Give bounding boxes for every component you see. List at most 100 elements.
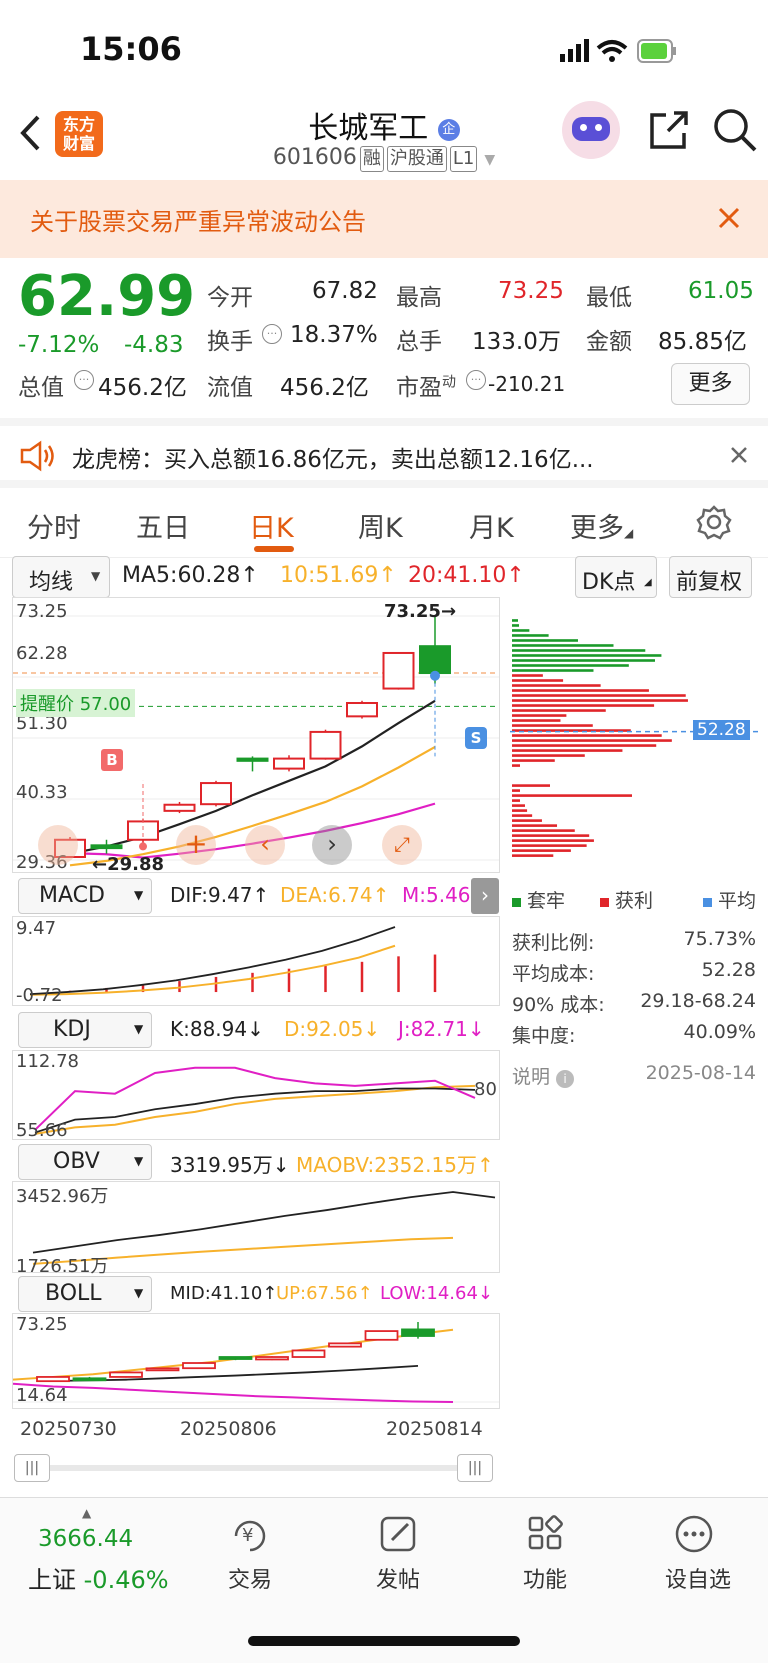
edit-post-icon[interactable] [378,1514,422,1554]
mcap-value: 456.2亿 [98,375,187,401]
grid-icon[interactable] [526,1514,570,1554]
y-label: 40.33 [16,782,68,803]
info-icon[interactable]: ··· [74,370,94,390]
chevron-right-icon[interactable]: › [312,825,352,865]
chip-bar [512,649,646,652]
ma-selector[interactable]: 均线 ▼ [12,556,110,598]
chip-bar [512,824,558,827]
index-value[interactable]: 3666.44 [38,1526,133,1552]
chip-bar [512,619,518,622]
boll-up: UP:67.56↑ [276,1283,373,1304]
range-track[interactable] [30,1465,470,1471]
crosshair-icon[interactable]: + [176,825,216,865]
chip-bar [512,669,594,672]
dragon-tiger-banner[interactable]: 龙虎榜：买入总额16.86亿元，卖出总额12.16亿... [0,418,768,488]
chip-bar [512,629,530,632]
range-left-handle[interactable]: ||| [14,1454,50,1482]
chevron-right-icon[interactable]: › [471,878,499,914]
info-icon[interactable]: ··· [466,370,486,390]
kdj-80-mark: 80 [474,1079,497,1100]
svg-text:¥: ¥ [242,1525,253,1546]
open-value: 67.82 [312,278,378,304]
y-label: 73.25 [16,1314,68,1335]
tab-five-day[interactable]: 五日 [136,506,190,545]
nav-post[interactable]: 发帖 [358,1562,438,1594]
status-bar: 15:06 [0,0,768,95]
macd-dif: DIF:9.47↑ [170,883,270,907]
tab-daily-k[interactable]: 日K [249,506,294,545]
chip-bar [512,659,655,662]
candle-body [382,651,415,690]
y-label: -0.72 [16,985,63,1006]
tab-more[interactable]: 更多◢ [570,506,633,545]
quote-panel: 62.99 -7.12% -4.83 今开 67.82 最高 73.25 最低 … [0,258,768,418]
tab-weekly-k[interactable]: 周K [358,506,403,545]
change-pct: -7.12% [18,332,100,358]
candle-body [163,803,196,812]
tab-monthly-k[interactable]: 月K [469,506,514,545]
nav-trade[interactable]: 交易 [210,1562,290,1594]
nav-add-watchlist[interactable]: 设自选 [653,1562,743,1594]
more-button[interactable]: 更多 [671,363,750,405]
explain-link[interactable]: 说明 i [512,1062,575,1089]
amount-label: 金额 [586,329,632,355]
index-name-pct[interactable]: 上证 -0.46% [28,1560,169,1595]
active-tab-indicator [254,546,294,552]
adjust-button[interactable]: 前复权 [669,556,752,598]
chip-bar [512,819,542,822]
low-label: 最低 [586,285,632,311]
dk-button[interactable]: DK点 ◢ [575,556,657,598]
boll-mid: MID:41.10↑ [170,1283,278,1304]
chip-bar [512,804,525,807]
chip-value: 40.09% [683,1021,756,1043]
chip-bar [512,789,520,792]
obv-selector[interactable]: OBV ▼ [18,1144,152,1180]
play-control[interactable] [38,825,78,865]
trade-icon[interactable]: ¥ [228,1514,272,1554]
high-label: 最高 [396,285,442,311]
range-right-handle[interactable]: ||| [457,1454,493,1482]
gear-icon[interactable] [696,504,732,540]
chip-label: 90% 成本: [512,994,605,1016]
chip-bar [512,719,561,722]
more-dots-icon[interactable] [674,1514,718,1554]
chip-bar [512,854,554,857]
buy-marker[interactable]: B [101,749,123,771]
chip-bar [512,764,520,767]
info-icon[interactable]: ··· [262,324,282,344]
expand-icon[interactable]: ⤢ [382,825,422,865]
x-label: 20250730 [20,1418,117,1440]
close-icon[interactable] [717,206,741,230]
robot-avatar-icon[interactable] [562,101,620,159]
chevron-left-icon[interactable]: ‹ [245,825,285,865]
sell-marker[interactable]: S [465,727,487,749]
chip-bar [512,809,528,812]
dragon-tiger-text[interactable]: 龙虎榜：买入总额16.86亿元，卖出总额12.16亿... [72,440,594,474]
announcement-text[interactable]: 关于股票交易严重异常波动公告 [30,202,366,237]
kdj-selector[interactable]: KDJ ▼ [18,1012,152,1048]
share-icon[interactable] [648,109,690,151]
sell-point [430,670,440,681]
boll-candle-body [72,1377,107,1382]
turnover-value: 18.37% [290,322,378,348]
announcement-banner[interactable]: 关于股票交易严重异常波动公告 [0,180,768,258]
ma10-value: 10:51.69↑ [280,563,397,588]
chip-bar [512,759,555,762]
pe-label: 市盈动 [396,374,456,401]
boll-low-line [13,1382,454,1403]
last-price: 62.99 [18,264,196,329]
tab-intraday[interactable]: 分时 [27,506,81,545]
macd-selector[interactable]: MACD ▼ [18,878,152,914]
close-icon[interactable] [730,446,748,464]
boll-selector[interactable]: BOLL ▼ [18,1276,152,1312]
nav-function[interactable]: 功能 [505,1562,585,1594]
y-label: 9.47 [16,918,57,939]
macd-chart [12,916,500,1006]
chip-bar [512,839,594,842]
chip-label: 平均成本: [512,963,595,985]
obv-value: 3319.95万↓ [170,1153,290,1177]
alert-price-tag[interactable]: 提醒价 57.00 [16,689,136,717]
chip-label: 集中度: [512,1025,576,1047]
search-icon[interactable] [712,107,758,153]
buy-point [139,842,147,851]
